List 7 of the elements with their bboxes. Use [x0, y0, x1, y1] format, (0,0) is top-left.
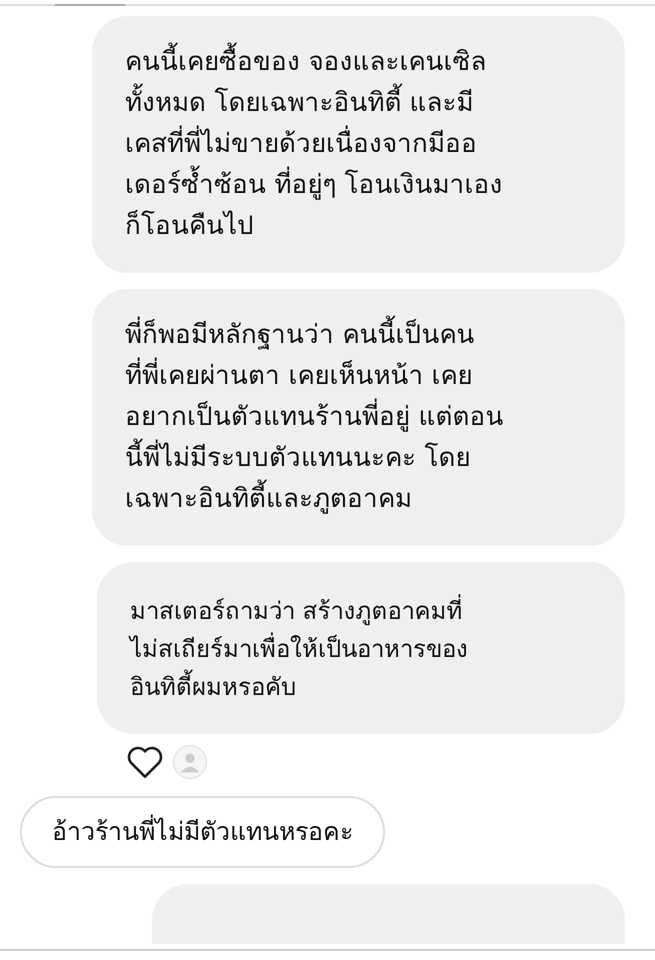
message-bubble: พี่ก็พอมีหลักฐานว่า คนนี้เป็นคน ที่พี่เคยผ่านตา เคยเห็นหน้า เคย อยากเป็นตัวแทนร้านพี่อยู่ แต่ตอน นี้พี่ไม่มีระบบตัวแทนนะคะ โดย เฉพาะอินทิตี้และภูตอาคม — [92, 289, 625, 546]
avatar — [173, 745, 207, 779]
message-bubble: อ้าวร้านพี่ไม่มีตัวแทนหรอคะ — [20, 796, 385, 868]
scroll-indicator — [55, 4, 125, 6]
message-bubble: คนนี้เคยซื้อของ จองและเคนเซิล ทั้งหมด โดยเฉพาะอินทิตี้ และมี เคสที่พี่ไม่ขายด้วยเนื่องจากมีออ เดอร์ซ้ำซ้อน ที่อยู่ๆ โอนเงินมาเอง ก็โอนคืนไป — [92, 16, 625, 273]
heart-icon[interactable] — [125, 744, 165, 780]
message-bubble: มาสเตอร์ถามว่า สร้างภูตอาคมที่ ไม่สเถียร์มาเพื่อให้เป็นอาหารของ อินทิตี้ผมหรอคับ — [97, 562, 625, 734]
